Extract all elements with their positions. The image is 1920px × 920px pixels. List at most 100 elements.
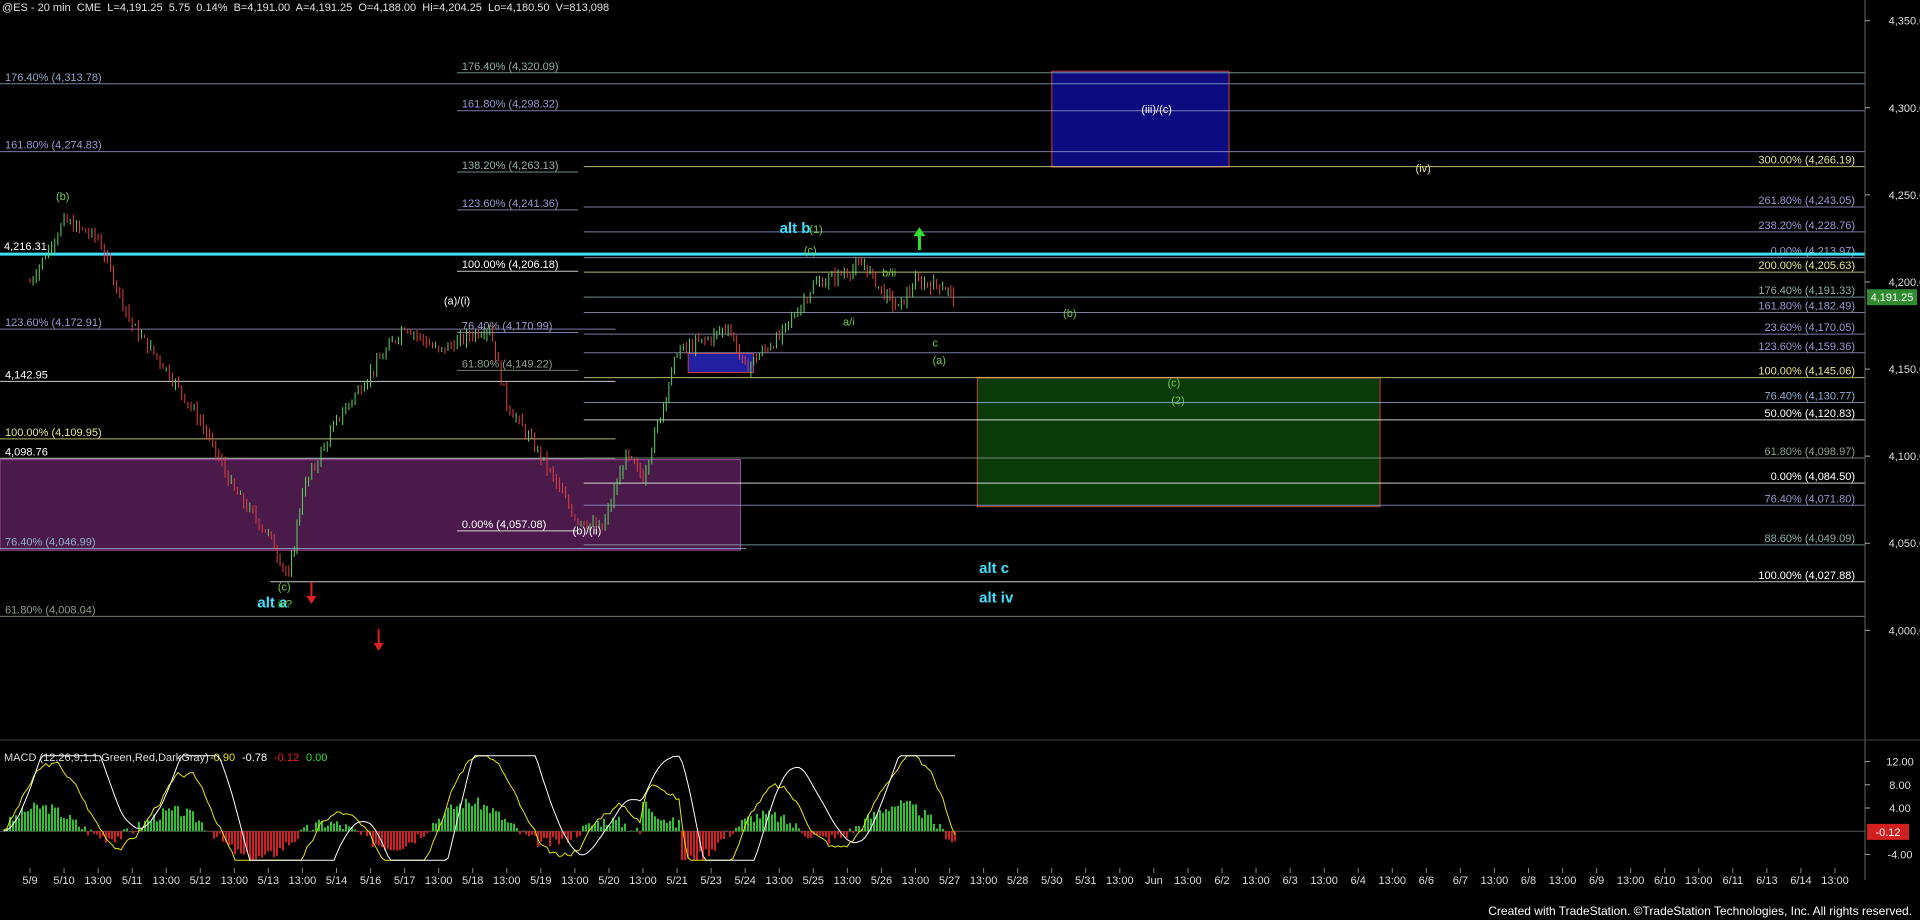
time-label: 13:00 [1481,875,1509,887]
fib-label-27: 50.00% (4,120.83) [1764,408,1855,420]
fib-label-10: 138.20% (4,263.13) [462,160,559,172]
price-chart[interactable]: 176.40% (4,313.78) 161.80% (4,274.83) 123.… [0,0,1920,920]
time-label: 5/13 [258,875,279,887]
wave-label-19: alt iv [979,589,1014,606]
wave-label-9: (1) [809,224,822,236]
time-label: 6/7 [1453,875,1468,887]
fib-label-14: 61.80% (4,149.22) [462,358,553,370]
time-label: 6/3 [1282,875,1297,887]
signal-line [3,755,955,861]
wave-label-18: alt c [979,560,1009,577]
footer-credit: Created with TradeStation. ©TradeStation… [1488,904,1912,918]
fib-label-0: 176.40% (4,313.78) [5,72,102,84]
time-label: 5/26 [871,875,892,887]
macd-last-label: -0.12 [1875,827,1900,839]
wave-label-6: (iii)/(c) [1141,104,1172,116]
time-label: 13:00 [629,875,657,887]
price-tick-label: 4,300.00 [1889,103,1920,115]
fib-label-11: 123.60% (4,241.36) [462,198,559,210]
cyan-line-label: 4,216.31 [4,241,47,253]
time-label: 6/8 [1521,875,1536,887]
time-label: 6/10 [1654,875,1675,887]
time-label: 5/30 [1041,875,1062,887]
fib-label-21: 176.40% (4,191.33) [1758,285,1855,297]
zones [0,70,1381,551]
price-tick-label: 4,000.00 [1889,625,1920,637]
fib-label-26: 76.40% (4,130.77) [1764,391,1855,403]
fib-label-22: 161.80% (4,182.49) [1758,300,1855,312]
fib-label-5: 4,098.76 [5,446,48,458]
time-label: 13:00 [561,875,589,887]
fib-label-15: 0.00% (4,057.08) [462,519,546,531]
time-label: 6/2 [1214,875,1229,887]
time-label: 5/31 [1075,875,1096,887]
fib-label-4: 100.00% (4,109.95) [5,427,102,439]
time-label: 5/16 [360,875,381,887]
fib-label-8: 176.40% (4,320.09) [462,61,559,73]
time-label: 5/14 [326,875,347,887]
time-label: 5/20 [598,875,619,887]
macd-tick-label: 4.00 [1889,803,1910,815]
time-label: 5/11 [122,875,143,887]
time-label: 5/17 [394,875,415,887]
time-label: 5/28 [1007,875,1028,887]
time-label: 13:00 [1617,875,1645,887]
time-label: 5/18 [462,875,483,887]
price-tick-label: 4,200.00 [1889,277,1920,289]
fib-label-28: 61.80% (4,098.97) [1764,446,1855,458]
time-label: 5/19 [530,875,551,887]
time-label: 13:00 [970,875,998,887]
time-label: 5/9 [22,875,37,887]
fib-label-24: 123.60% (4,159.36) [1758,341,1855,353]
time-label: 5/10 [53,875,74,887]
time-label: 13:00 [1242,875,1270,887]
time-label: 5/21 [666,875,687,887]
wave-label-8: alt b [780,220,811,237]
price-tick-label: 4,050.00 [1889,538,1920,550]
small-blue-box [687,352,754,374]
time-label: 5/25 [803,875,824,887]
time-label: 13:00 [902,875,930,887]
time-label: 6/6 [1419,875,1434,887]
macd-label: MACD (12,26,9,1,1,Green,Red,DarkGray) [4,752,209,764]
time-label: 6/4 [1351,875,1366,887]
macd-value-2: -0.12 [274,752,299,764]
fib-label-7: 61.80% (4,008.04) [5,604,96,616]
time-label: 13:00 [765,875,793,887]
fib-label-16: 300.00% (4,266.19) [1758,155,1855,167]
wave-label-15: (b) [1063,308,1076,320]
time-label: 5/23 [700,875,721,887]
fib-label-29: 0.00% (4,084.50) [1771,471,1855,483]
time-label: 5/27 [939,875,960,887]
macd-value-3: 0.00 [306,752,327,764]
fib-label-32: 100.00% (4,027.88) [1758,570,1855,582]
arrow-head [373,643,384,652]
macd-panel: MACD (12,26,9,1,1,Green,Red,DarkGray) -0.… [0,752,1914,861]
time-label: Jun [1145,875,1163,887]
price-tick-label: 4,350.00 [1889,16,1920,28]
time-label: 13:00 [425,875,453,887]
fib-label-20: 200.00% (4,205.63) [1758,260,1855,272]
fib-label-23: 23.60% (4,170.05) [1764,322,1855,334]
macd-line [3,755,956,861]
fib-label-19: 0.00% (4,213.97) [1771,246,1855,258]
time-label: 13:00 [493,875,521,887]
arrow-down-icon [373,629,384,652]
time-label: 6/9 [1589,875,1604,887]
wave-label-13: c [933,337,939,349]
time-label: 13:00 [1821,875,1849,887]
time-label: 13:00 [1106,875,1134,887]
time-label: 5/12 [190,875,211,887]
fib-label-31: 88.60% (4,049.09) [1764,533,1855,545]
wave-label-17: (2) [1171,395,1184,407]
wave-label-10: (c) [804,245,817,257]
time-label: 13:00 [289,875,317,887]
time-label: 13:00 [1549,875,1577,887]
time-label: 13:00 [1310,875,1338,887]
wave-label-14: (a) [933,355,946,367]
fib-label-12: 100.00% (4,206.18) [462,259,559,271]
arrow-up-icon [913,227,926,251]
wave-label-1: (a)/(i) [444,296,470,308]
wave-label-12: a/i [843,317,855,329]
fib-label-17: 261.80% (4,243.05) [1758,195,1855,207]
